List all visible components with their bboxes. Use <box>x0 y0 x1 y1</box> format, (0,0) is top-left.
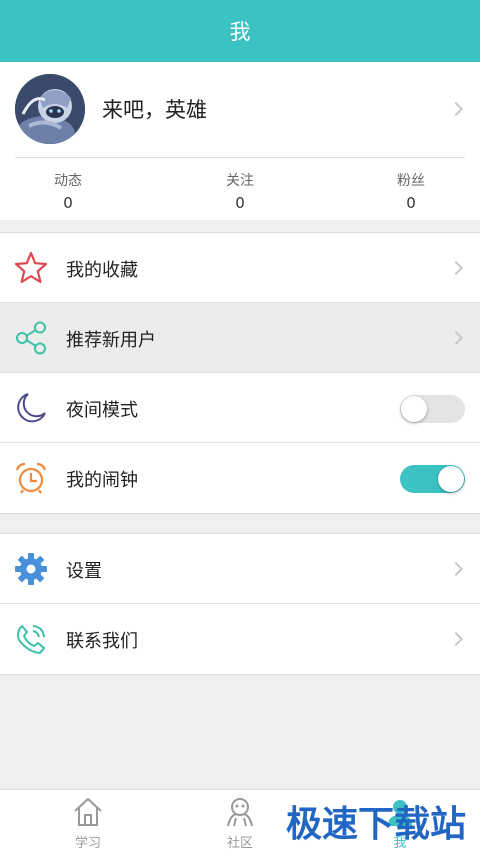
stat-label: 关注 <box>226 173 254 189</box>
home-icon <box>74 797 102 826</box>
chevron-right-icon <box>448 561 464 577</box>
avatar[interactable] <box>15 74 85 144</box>
stat-following[interactable]: 关注 0 <box>180 170 300 212</box>
header-bar: 我 <box>0 0 480 62</box>
chevron-right-icon <box>448 101 464 117</box>
toggle-knob <box>438 466 464 492</box>
chevron-right-icon <box>448 260 464 276</box>
menu-item-label: 设置 <box>66 561 102 582</box>
star-icon <box>14 251 48 284</box>
gear-icon <box>15 553 47 585</box>
community-icon <box>227 798 253 827</box>
tab-label: 学习 <box>74 836 101 851</box>
divider <box>15 157 465 158</box>
stat-label: 粉丝 <box>397 173 425 189</box>
night-mode-toggle[interactable] <box>400 395 465 423</box>
menu-item-recommend-users[interactable]: 推荐新用户 <box>0 303 480 373</box>
profile-card[interactable]: 来吧，英雄 动态 0 关注 0 粉丝 0 <box>0 62 480 220</box>
tab-study[interactable]: 学习 <box>8 794 168 852</box>
username: 来吧，英雄 <box>102 98 207 122</box>
menu-item-settings[interactable]: 设置 <box>0 534 480 604</box>
menu-item-label: 联系我们 <box>66 631 138 652</box>
alarm-clock-icon <box>15 462 47 494</box>
menu-group-1: 我的收藏 推荐新用户 夜间模式 我的闹钟 <box>0 232 480 514</box>
stat-followers[interactable]: 粉丝 0 <box>351 170 471 212</box>
stat-label: 动态 <box>54 173 82 189</box>
stat-value: 0 <box>235 194 245 212</box>
stat-posts[interactable]: 动态 0 <box>8 170 128 212</box>
stat-value: 0 <box>406 194 416 212</box>
menu-item-alarm: 我的闹钟 <box>0 443 480 513</box>
share-icon <box>16 321 46 355</box>
moon-icon <box>17 393 46 423</box>
page-title: 我 <box>229 20 251 44</box>
alarm-toggle[interactable] <box>400 465 465 493</box>
toggle-knob <box>401 396 427 422</box>
phone-icon <box>17 625 45 654</box>
menu-item-label: 我的收藏 <box>66 260 138 281</box>
chevron-right-icon <box>448 631 464 647</box>
menu-group-2: 设置 联系我们 <box>0 533 480 675</box>
menu-item-night-mode: 夜间模式 <box>0 373 480 443</box>
menu-item-label: 夜间模式 <box>66 400 138 421</box>
menu-item-label: 推荐新用户 <box>66 330 156 351</box>
menu-item-contact-us[interactable]: 联系我们 <box>0 604 480 674</box>
menu-item-favorites[interactable]: 我的收藏 <box>0 233 480 303</box>
watermark: 极速下载站 <box>286 804 467 845</box>
chevron-right-icon <box>448 330 464 346</box>
menu-item-label: 我的闹钟 <box>66 470 138 491</box>
stat-value: 0 <box>63 194 73 212</box>
